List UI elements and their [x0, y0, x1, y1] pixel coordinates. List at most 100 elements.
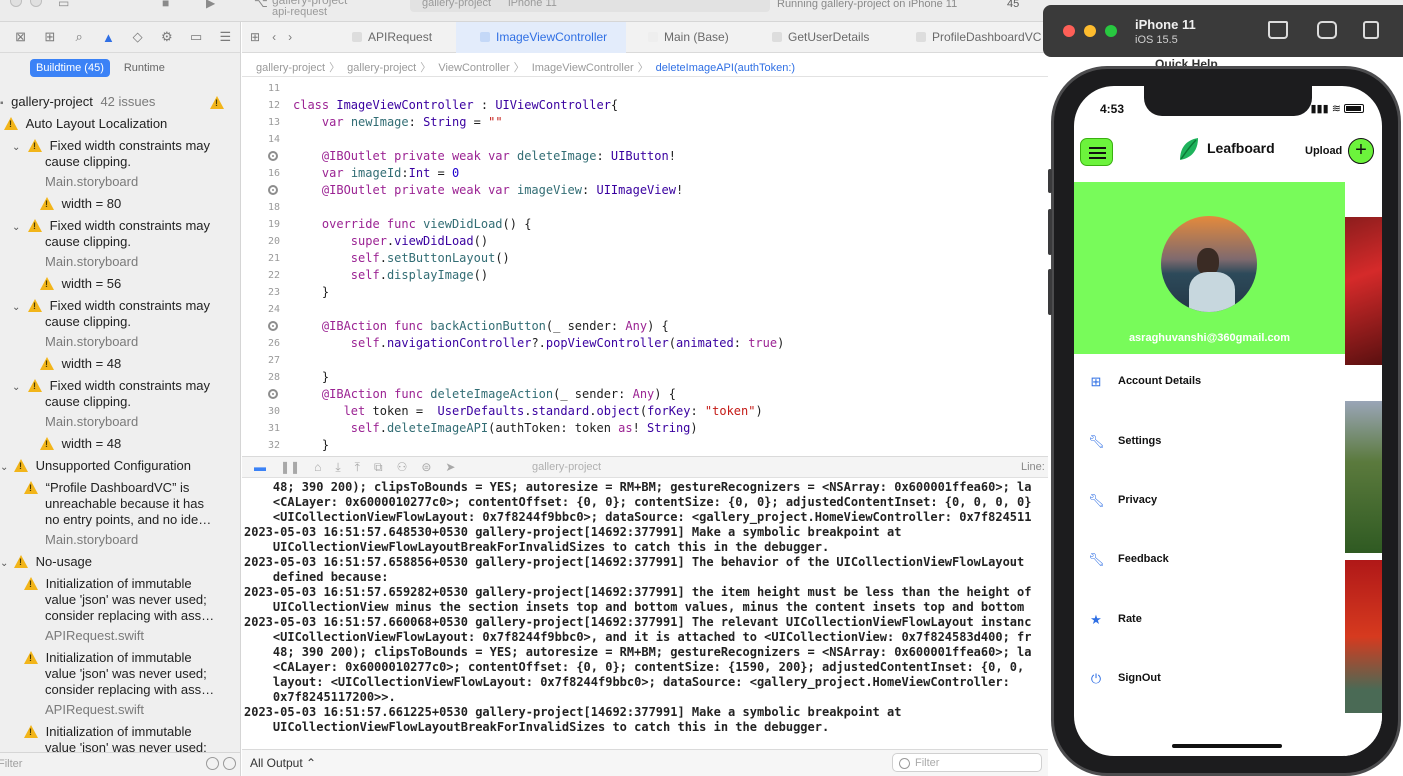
- output-selector[interactable]: All Output ⌃: [250, 756, 316, 770]
- home-icon[interactable]: [1268, 21, 1288, 39]
- line-number: 24: [267, 304, 280, 315]
- simulator-close-button[interactable]: [1063, 25, 1075, 37]
- issue-row[interactable]: ⌄ Fixed width constraints may: [12, 138, 210, 153]
- project-issues-row[interactable]: ▪ gallery-project 42 issues: [0, 94, 155, 109]
- warning-icon: [210, 96, 224, 109]
- issue-detail-row[interactable]: width = 48: [40, 356, 121, 371]
- window-close-button[interactable]: [10, 0, 22, 7]
- issue-file[interactable]: Main.storyboard: [45, 532, 138, 547]
- group-label: Auto Layout Localization: [25, 116, 168, 131]
- environment-overrides-icon[interactable]: ⊜: [421, 460, 431, 475]
- debug-icon[interactable]: ⚙: [152, 29, 181, 45]
- breadcrumb-item[interactable]: deleteImageAPI(authToken:): [656, 62, 795, 74]
- hamburger-menu-button[interactable]: [1080, 138, 1113, 166]
- code-area[interactable]: 11 12 class ImageViewController : UIViewC…: [242, 78, 1048, 456]
- action-connection-icon[interactable]: [268, 389, 278, 399]
- issue-row[interactable]: Initialization of immutable: [24, 724, 192, 739]
- group-row-unsupported[interactable]: ⌄ Unsupported Configuration: [0, 458, 191, 473]
- screenshot-icon[interactable]: [1317, 21, 1337, 39]
- sidebar-toggle-icon[interactable]: ▭: [58, 0, 69, 10]
- step-into-icon[interactable]: ⤓: [335, 460, 340, 475]
- drawer-item-account-details[interactable]: ⊞ Account Details: [1074, 370, 1345, 396]
- window-minimize-button[interactable]: [30, 0, 42, 7]
- simulator-zoom-button[interactable]: [1105, 25, 1117, 37]
- forward-arrow-icon[interactable]: ›: [288, 30, 292, 44]
- issue-row[interactable]: ⌄ Fixed width constraints may: [12, 298, 210, 313]
- debug-process-label[interactable]: gallery-project: [532, 461, 601, 473]
- rotate-icon[interactable]: [1363, 21, 1379, 39]
- drawer-item-privacy[interactable]: 🔧︎ Privacy: [1074, 489, 1345, 515]
- issue-warning-icon[interactable]: ▲: [94, 30, 123, 45]
- pause-icon[interactable]: ❚❚: [280, 460, 300, 475]
- run-destination[interactable]: gallery-project iPhone 11: [410, 0, 770, 12]
- tab-imageviewcontroller[interactable]: ImageViewController: [456, 22, 626, 53]
- issue-row[interactable]: “Profile DashboardVC” is: [24, 480, 189, 495]
- test-icon[interactable]: ◇: [123, 29, 152, 45]
- navigator-filter-input[interactable]: Filter: [0, 758, 22, 770]
- project-title[interactable]: gallery-project api-request: [272, 0, 347, 18]
- issue-file[interactable]: Main.storyboard: [45, 254, 138, 269]
- gallery-image[interactable]: [1345, 401, 1382, 553]
- run-icon[interactable]: ▶: [206, 0, 215, 10]
- stop-icon[interactable]: ■: [162, 0, 169, 10]
- group-row-no-usage[interactable]: ⌄ No-usage: [0, 554, 92, 569]
- runtime-tab[interactable]: Runtime: [118, 59, 171, 77]
- tab-getuserdetails[interactable]: GetUserDetails: [772, 22, 882, 53]
- iphone-screen: 4:53 ▮▮▮ ≋ Leafboard Upload + asraghuvan…: [1074, 86, 1382, 756]
- issue-row[interactable]: ⌄ Fixed width constraints may: [12, 378, 210, 393]
- breadcrumb-item[interactable]: ImageViewController: [532, 62, 634, 74]
- view-hierarchy-icon[interactable]: ⧉: [374, 460, 383, 475]
- console-filter-input[interactable]: Filter: [892, 753, 1042, 772]
- issue-row[interactable]: ⌄ Fixed width constraints may: [12, 218, 210, 233]
- breakpoint-icon[interactable]: ▭: [182, 29, 211, 45]
- hide-debug-area-icon[interactable]: ▬: [254, 460, 266, 475]
- avatar[interactable]: [1161, 216, 1257, 312]
- hierarchy-icon[interactable]: ⊞: [35, 29, 64, 45]
- step-out-icon[interactable]: ⤒: [355, 460, 360, 475]
- buildtime-tab[interactable]: Buildtime (45): [30, 59, 110, 77]
- tab-apirequest[interactable]: APIRequest: [352, 22, 454, 53]
- issue-file[interactable]: Main.storyboard: [45, 414, 138, 429]
- issue-file[interactable]: APIRequest.swift: [45, 702, 144, 717]
- outlet-connection-icon[interactable]: [268, 185, 278, 195]
- search-icon[interactable]: ⌕: [65, 29, 94, 45]
- upload-label[interactable]: Upload: [1305, 145, 1342, 157]
- issue-file[interactable]: Main.storyboard: [45, 174, 138, 189]
- simulator-minimize-button[interactable]: [1084, 25, 1096, 37]
- filter-options-icon[interactable]: [223, 757, 236, 770]
- issue-count-badge[interactable]: 45: [1007, 0, 1019, 10]
- breadcrumb-item[interactable]: gallery-project: [347, 62, 416, 74]
- grid-icon[interactable]: ⊞: [250, 30, 260, 44]
- memory-graph-icon[interactable]: ⚇: [397, 460, 408, 475]
- issue-detail-row[interactable]: width = 80: [40, 196, 121, 211]
- back-arrow-icon[interactable]: ‹: [272, 30, 276, 44]
- tab-profiledashboardvc[interactable]: ProfileDashboardVC: [916, 22, 1046, 53]
- issue-detail-row[interactable]: width = 56: [40, 276, 121, 291]
- group-row-auto-layout[interactable]: Auto Layout Localization: [4, 116, 167, 131]
- report-icon[interactable]: ☰: [211, 29, 240, 45]
- close-icon[interactable]: [648, 32, 658, 42]
- breadcrumb-item[interactable]: ViewController: [438, 62, 509, 74]
- drawer-item-rate[interactable]: ★ Rate: [1074, 608, 1345, 634]
- add-upload-button[interactable]: +: [1348, 138, 1374, 164]
- gallery-image[interactable]: [1345, 560, 1382, 713]
- tab-main-base[interactable]: Main (Base): [648, 22, 758, 53]
- filter-clock-icon[interactable]: [206, 757, 219, 770]
- folder-icon[interactable]: ⊠: [6, 29, 35, 45]
- gallery-image[interactable]: [1345, 217, 1382, 365]
- issue-detail-row[interactable]: width = 48: [40, 436, 121, 451]
- drawer-item-feedback[interactable]: 🔧︎ Feedback: [1074, 548, 1345, 574]
- issue-row[interactable]: Initialization of immutable: [24, 576, 192, 591]
- drawer-item-settings[interactable]: 🔧︎ Settings: [1074, 430, 1345, 456]
- simulate-location-icon[interactable]: ➤: [445, 460, 455, 475]
- console-output[interactable]: 48; 390 200); clipsToBounds = YES; autor…: [242, 479, 1048, 749]
- action-connection-icon[interactable]: [268, 321, 278, 331]
- drawer-item-signout[interactable]: ⏻ SignOut: [1074, 667, 1345, 693]
- breadcrumb-item[interactable]: gallery-project: [256, 62, 325, 74]
- console-line: defined because:: [244, 570, 389, 584]
- issue-file[interactable]: APIRequest.swift: [45, 628, 144, 643]
- issue-row[interactable]: Initialization of immutable: [24, 650, 192, 665]
- outlet-connection-icon[interactable]: [268, 151, 278, 161]
- step-over-icon[interactable]: ⌂: [314, 460, 321, 475]
- issue-file[interactable]: Main.storyboard: [45, 334, 138, 349]
